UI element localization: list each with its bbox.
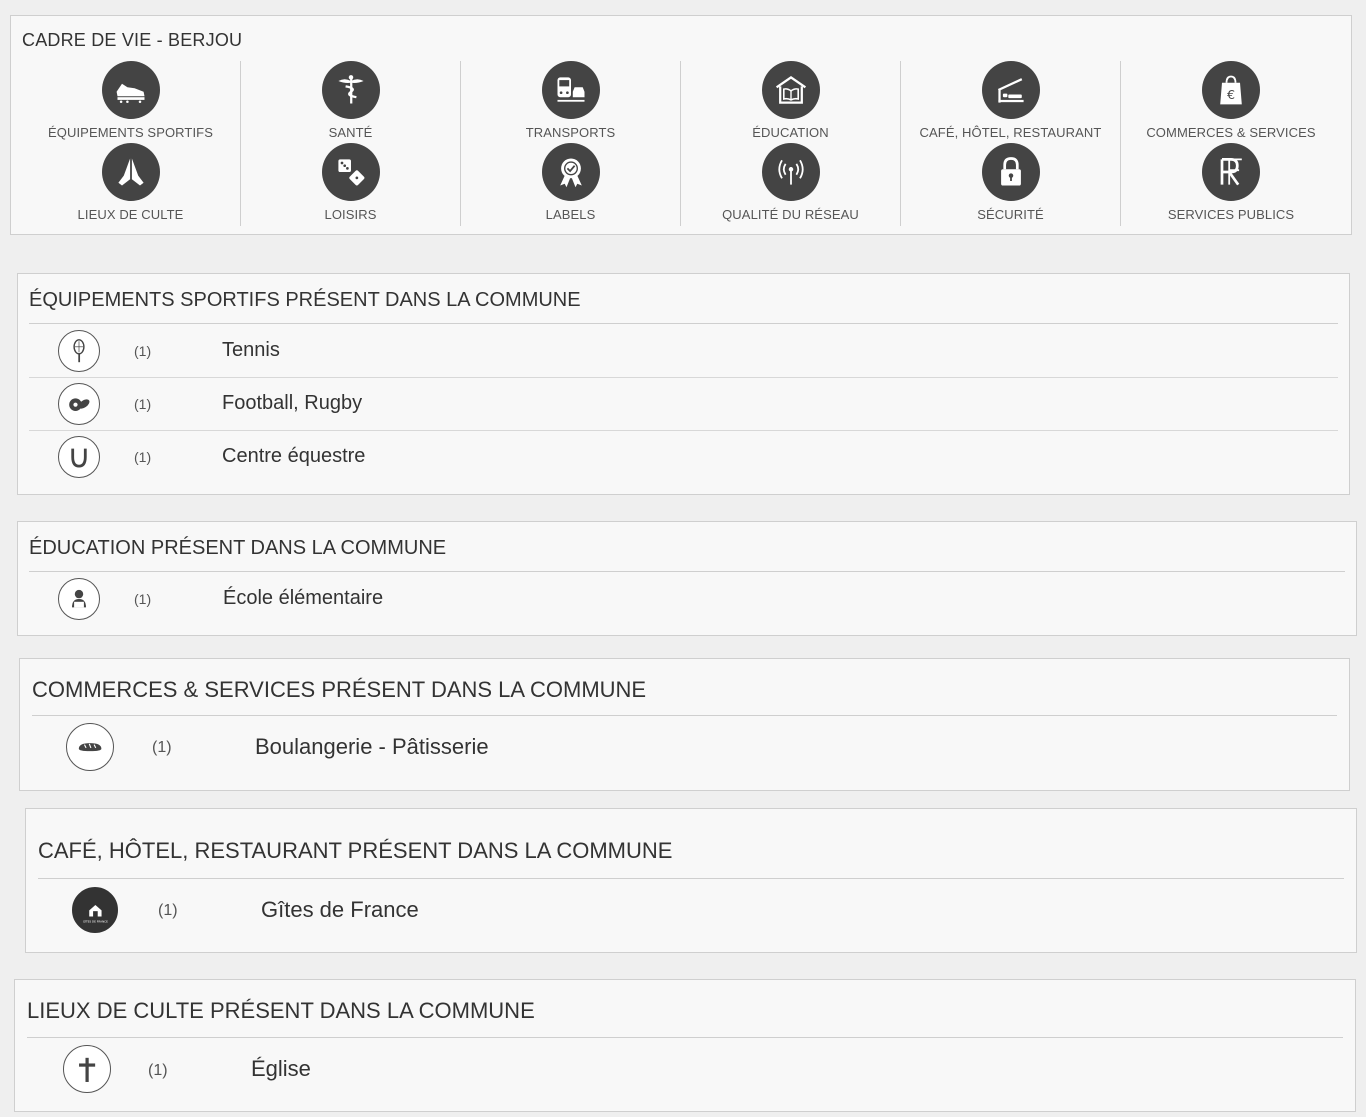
list-item[interactable]: (1) Boulangerie - Pâtisserie bbox=[32, 719, 1337, 779]
section-divider bbox=[27, 1037, 1343, 1038]
award-badge-icon bbox=[541, 143, 600, 201]
category-column: ÉDUCATION QUALITÉ DU RÉSEAU bbox=[681, 61, 901, 226]
item-count: (1) bbox=[158, 902, 178, 919]
category-services-publics[interactable]: SERVICES PUBLICS bbox=[1121, 143, 1341, 222]
category-label: SANTÉ bbox=[328, 125, 373, 140]
item-count: (1) bbox=[148, 1062, 168, 1079]
item-label: Tennis bbox=[222, 339, 280, 361]
antenna-signal-icon bbox=[761, 143, 820, 201]
section-divider bbox=[29, 323, 1338, 324]
category-label: SERVICES PUBLICS bbox=[1167, 207, 1295, 222]
category-loisirs[interactable]: LOISIRS bbox=[241, 143, 460, 222]
category-column: CAFÉ, HÔTEL, RESTAURANT SÉCURITÉ bbox=[901, 61, 1121, 226]
item-label: Église bbox=[251, 1056, 311, 1081]
section-title: ÉQUIPEMENTS SPORTIFS PRÉSENT DANS LA COM… bbox=[29, 289, 581, 311]
section-education: ÉDUCATION PRÉSENT DANS LA COMMUNE (1) Éc… bbox=[17, 521, 1357, 636]
school-child-icon bbox=[58, 578, 100, 620]
section-lieux-de-culte: LIEUX DE CULTE PRÉSENT DANS LA COMMUNE (… bbox=[14, 979, 1356, 1112]
cross-icon bbox=[63, 1045, 111, 1093]
gites-de-france-logo: GÎTES DE FRANCE bbox=[72, 887, 118, 933]
category-label: TRANSPORTS bbox=[525, 125, 616, 140]
category-label: LOISIRS bbox=[324, 207, 377, 222]
horseshoe-icon bbox=[58, 436, 100, 478]
category-label: LIEUX DE CULTE bbox=[77, 207, 184, 222]
section-title: ÉDUCATION PRÉSENT DANS LA COMMUNE bbox=[29, 537, 447, 559]
item-count: (1) bbox=[134, 396, 152, 412]
section-title: COMMERCES & SERVICES PRÉSENT DANS LA COM… bbox=[32, 677, 647, 702]
category-sante[interactable]: SANTÉ bbox=[241, 61, 460, 140]
item-label: Boulangerie - Pâtisserie bbox=[255, 734, 489, 759]
category-column: ÉQUIPEMENTS SPORTIFS LIEUX DE CULTE bbox=[21, 61, 241, 226]
padlock-icon bbox=[981, 143, 1040, 201]
category-transports[interactable]: TRANSPORTS bbox=[461, 61, 680, 140]
football-rugby-icon bbox=[58, 383, 100, 425]
section-commerces-services: COMMERCES & SERVICES PRÉSENT DANS LA COM… bbox=[19, 658, 1350, 791]
category-label: ÉQUIPEMENTS SPORTIFS bbox=[47, 125, 213, 140]
section-title: LIEUX DE CULTE PRÉSENT DANS LA COMMUNE bbox=[27, 998, 535, 1023]
school-book-icon bbox=[761, 61, 820, 119]
category-securite[interactable]: SÉCURITÉ bbox=[901, 143, 1120, 222]
rf-monogram-icon bbox=[1202, 143, 1260, 201]
category-education[interactable]: ÉDUCATION bbox=[681, 61, 900, 140]
gites-logo-text: GÎTES DE FRANCE bbox=[83, 918, 108, 923]
category-equipements-sportifs[interactable]: ÉQUIPEMENTS SPORTIFS bbox=[21, 61, 240, 140]
svg-text:€: € bbox=[1227, 87, 1235, 102]
category-label: COMMERCES & SERVICES bbox=[1146, 125, 1316, 140]
category-grid: ÉQUIPEMENTS SPORTIFS LIEUX DE CULTE SANT… bbox=[21, 61, 1341, 226]
hotel-bed-icon bbox=[981, 61, 1040, 119]
category-label: QUALITÉ DU RÉSEAU bbox=[722, 207, 859, 222]
category-label: SÉCURITÉ bbox=[977, 207, 1044, 222]
sports-shoe-icon bbox=[101, 61, 160, 119]
list-item[interactable]: (1) École élémentaire bbox=[29, 573, 1345, 626]
section-title: CAFÉ, HÔTEL, RESTAURANT PRÉSENT DANS LA … bbox=[38, 838, 673, 863]
category-commerces-services[interactable]: € COMMERCES & SERVICES bbox=[1121, 61, 1341, 140]
category-cafe-hotel-restaurant[interactable]: CAFÉ, HÔTEL, RESTAURANT bbox=[901, 61, 1120, 140]
category-label: CAFÉ, HÔTEL, RESTAURANT bbox=[919, 125, 1102, 140]
item-label: Gîtes de France bbox=[261, 897, 419, 922]
caduceus-icon bbox=[321, 61, 380, 119]
section-divider bbox=[38, 878, 1344, 879]
item-label: Centre équestre bbox=[222, 445, 366, 467]
item-count: (1) bbox=[134, 343, 152, 359]
praying-hands-icon bbox=[101, 143, 160, 201]
category-label: LABELS bbox=[545, 207, 596, 222]
item-count: (1) bbox=[134, 449, 152, 465]
category-lieux-de-culte[interactable]: LIEUX DE CULTE bbox=[21, 143, 240, 222]
section-divider bbox=[29, 571, 1345, 572]
shopping-bag-euro-icon: € bbox=[1202, 61, 1260, 119]
section-equipements-sportifs: ÉQUIPEMENTS SPORTIFS PRÉSENT DANS LA COM… bbox=[17, 273, 1350, 495]
item-count: (1) bbox=[152, 739, 172, 756]
list-item[interactable]: (1) Église bbox=[27, 1040, 1343, 1100]
category-column: TRANSPORTS LABELS bbox=[461, 61, 681, 226]
list-item[interactable]: (1) Tennis bbox=[29, 325, 1338, 378]
item-label: Football, Rugby bbox=[222, 392, 363, 414]
category-labels[interactable]: LABELS bbox=[461, 143, 680, 222]
item-count: (1) bbox=[134, 591, 152, 607]
category-column: SANTÉ LOISIRS bbox=[241, 61, 461, 226]
section-cafe-hotel-restaurant: CAFÉ, HÔTEL, RESTAURANT PRÉSENT DANS LA … bbox=[25, 808, 1357, 953]
train-car-icon bbox=[541, 61, 600, 119]
item-label: École élémentaire bbox=[223, 587, 384, 609]
list-item[interactable]: (1) Centre équestre bbox=[29, 431, 1338, 484]
tennis-racket-icon bbox=[58, 330, 100, 372]
category-label: ÉDUCATION bbox=[752, 125, 829, 140]
category-qualite-reseau[interactable]: QUALITÉ DU RÉSEAU bbox=[681, 143, 900, 222]
cadre-de-vie-panel: CADRE DE VIE - BERJOU ÉQUIPEMENTS SPORTI… bbox=[10, 15, 1352, 235]
dice-icon bbox=[321, 143, 380, 201]
page-title: CADRE DE VIE - BERJOU bbox=[22, 30, 243, 50]
section-divider bbox=[32, 715, 1337, 716]
category-column: € COMMERCES & SERVICES SERVICES PUBLICS bbox=[1121, 61, 1341, 226]
bread-icon bbox=[66, 723, 114, 771]
list-item[interactable]: GÎTES DE FRANCE (1) Gîtes de France bbox=[38, 881, 1344, 941]
list-item[interactable]: (1) Football, Rugby bbox=[29, 378, 1338, 431]
